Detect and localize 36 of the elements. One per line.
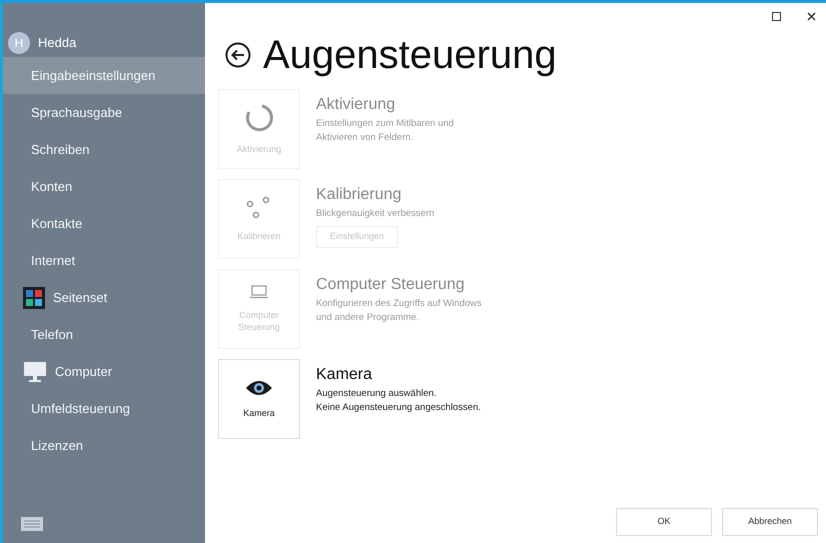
profile-name: Hedda <box>38 34 76 52</box>
section-description: Einstellungen zum Mitlbaren und <box>316 117 454 131</box>
spinner-icon <box>244 103 274 133</box>
monitor-icon <box>23 360 47 382</box>
section-title: Computer Steuerung <box>316 275 466 295</box>
section-title: Aktivierung <box>316 95 396 115</box>
section-description: Aktivieren von Feldern. <box>316 131 414 145</box>
dialog-button[interactable]: Abbrechen <box>722 508 818 536</box>
laptop-icon <box>250 285 268 299</box>
section-description: Konfigurieren des Zugriffs auf Windows <box>316 297 482 311</box>
section-description: Blickgenauigkeit verbessern <box>316 207 434 221</box>
page-title: Augensteuerung <box>263 32 557 79</box>
dialog-button[interactable]: OK <box>616 508 712 536</box>
feature-tile[interactable]: Kamera <box>218 359 300 439</box>
sidebar-item[interactable]: Schreiben <box>3 131 205 168</box>
sidebar-item[interactable]: Konten <box>3 168 205 205</box>
section-description: und andere Programme. <box>316 311 420 325</box>
back-icon[interactable] <box>225 42 251 68</box>
sidebar-item[interactable]: Seitenset <box>3 279 205 316</box>
section-description: Augensteuerung auswählen. <box>316 387 438 401</box>
sidebar-item[interactable]: Lizenzen <box>3 427 205 464</box>
sidebar-item[interactable]: Internet <box>3 242 205 279</box>
sidebar-item[interactable]: Eingabeeinstellungen <box>3 57 205 94</box>
sidebar-item[interactable]: Kontakte <box>3 205 205 242</box>
section-title: Kamera <box>316 365 374 385</box>
close-icon[interactable] <box>807 12 816 21</box>
section-title: Kalibrierung <box>316 185 402 205</box>
sidebar-item[interactable]: Telefon <box>3 316 205 353</box>
sidebar-item[interactable]: Sprachausgabe <box>3 94 205 131</box>
sidebar-item[interactable]: Computer <box>3 353 205 390</box>
sidebar-item[interactable]: Umfeldsteuerung <box>3 390 205 427</box>
section-description: Keine Augensteuerung angeschlossen. <box>316 401 481 415</box>
maximize-icon[interactable] <box>772 12 781 21</box>
dots-icon <box>246 196 272 220</box>
eye-icon <box>245 379 273 397</box>
tiles-icon <box>23 286 45 308</box>
